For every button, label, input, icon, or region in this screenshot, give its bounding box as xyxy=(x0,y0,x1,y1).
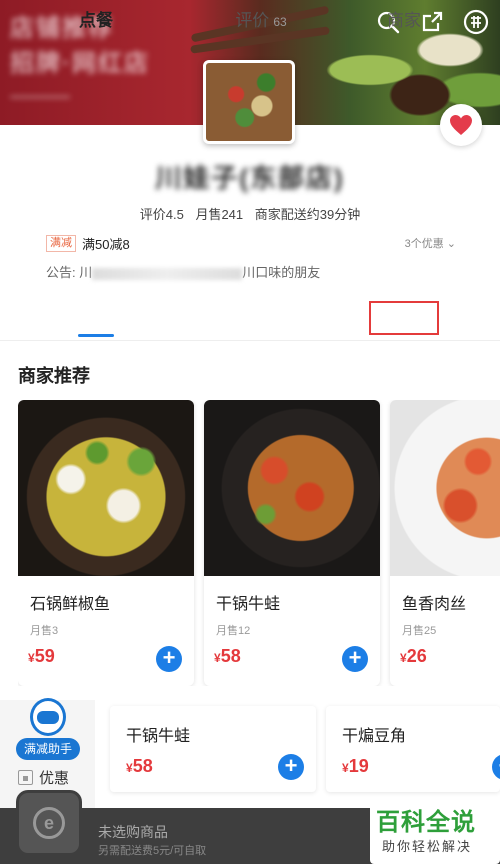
store-name: 川娃子(东部店) xyxy=(155,163,345,193)
sidebar-item-coupon[interactable]: 优惠 xyxy=(18,767,69,788)
tab-reviews[interactable]: 评价 63 xyxy=(226,0,296,42)
dish-price: ¥19 xyxy=(342,756,369,777)
store-rating: 评价4.5 xyxy=(139,207,184,222)
sidebar-item-label: 优惠 xyxy=(39,770,70,787)
store-page: 店铺推荐 招牌·网红店 川娃子(东部店) 评价4.5 月售241 商家配送约39… xyxy=(0,0,500,864)
robot-icon xyxy=(30,698,66,736)
add-button[interactable]: + xyxy=(492,754,500,780)
tab-reviews-label: 评价 xyxy=(235,11,270,30)
tab-order-label: 点餐 xyxy=(79,11,113,30)
notice-prefix: 公告: 川 xyxy=(46,265,93,280)
dish-sold: 月售3 xyxy=(30,625,59,637)
dish-price: ¥26 xyxy=(400,646,427,667)
highlight-box xyxy=(369,301,439,335)
currency: ¥ xyxy=(28,651,35,665)
banner-line-2: 招牌·网红店 xyxy=(10,50,150,77)
tab-merchant-label: 商家 xyxy=(387,11,421,30)
add-button[interactable]: + xyxy=(278,754,304,780)
currency: ¥ xyxy=(126,761,133,775)
dish-price: ¥59 xyxy=(28,646,55,667)
chevron-down-icon: ⌄ xyxy=(446,238,456,250)
dish-name: 石锅鲜椒鱼 xyxy=(30,596,111,613)
price-value: 59 xyxy=(34,646,55,666)
store-monthly-sales: 月售241 xyxy=(195,207,244,222)
store-stats: 评价4.5 月售241 商家配送约39分钟 xyxy=(0,204,500,223)
watermark-title: 百科全说 xyxy=(376,809,476,836)
notice-suffix: 川口味的朋友 xyxy=(242,265,321,280)
tab-order[interactable]: 点餐 xyxy=(70,0,122,42)
favorite-button[interactable] xyxy=(440,104,482,146)
store-logo xyxy=(203,60,295,144)
dish-sold: 月售25 xyxy=(402,625,437,637)
currency: ¥ xyxy=(400,651,407,665)
store-delivery-time: 商家配送约39分钟 xyxy=(254,207,361,222)
dish-name: 干煸豆角 xyxy=(342,728,407,745)
tab-active-indicator xyxy=(78,334,114,337)
promo-text: 满50减8 xyxy=(82,236,130,252)
heart-icon xyxy=(450,115,472,135)
currency: ¥ xyxy=(342,761,349,775)
promo-tag: 满减 xyxy=(46,234,76,252)
cart-icon: e xyxy=(33,807,65,839)
dish-image xyxy=(204,400,380,576)
group-icon[interactable] xyxy=(462,8,490,36)
add-button[interactable]: + xyxy=(342,646,368,672)
cart-button[interactable]: e xyxy=(16,790,82,856)
price-value: 19 xyxy=(348,756,369,776)
recommend-list: 石锅鲜椒鱼 月售3 ¥59 + 干锅牛蛙 月售12 ¥58 + 鱼香肉丝 月售2… xyxy=(18,400,500,686)
dish-name: 鱼香肉丝 xyxy=(402,596,467,613)
notice-blurred xyxy=(92,267,243,280)
section-title: 商家推荐 xyxy=(18,366,90,386)
store-notice: 公告: 川 川口味的朋友 xyxy=(46,262,320,281)
price-value: 58 xyxy=(220,646,241,666)
recommend-card[interactable]: 干锅牛蛙 月售12 ¥58 + xyxy=(204,400,380,686)
currency: ¥ xyxy=(214,651,221,665)
dish-price: ¥58 xyxy=(126,756,153,777)
dish-name: 干锅牛蛙 xyxy=(126,728,191,745)
cart-status: 未选购商品 xyxy=(98,824,168,840)
watermark-logo: 百科全说 助你轻松解决 xyxy=(370,800,500,864)
tab-reviews-count: 63 xyxy=(273,15,287,29)
dish-name: 干锅牛蛙 xyxy=(216,596,281,613)
assistant-label: 满减助手 xyxy=(16,738,80,760)
watermark-subtitle: 助你轻松解决 xyxy=(382,839,473,854)
discount-assistant[interactable]: 满减助手 xyxy=(16,698,80,762)
recommend-card[interactable]: 鱼香肉丝 月售25 ¥26 + xyxy=(390,400,500,686)
dish-image xyxy=(390,400,500,576)
list-item[interactable]: 干锅牛蛙 ¥58 + xyxy=(110,706,316,792)
list-item[interactable]: 干煸豆角 ¥19 + xyxy=(326,706,500,792)
price-value: 26 xyxy=(406,646,427,666)
promo-row[interactable]: 满减 满50减8 3个优惠 ⌄ xyxy=(46,234,456,252)
cart-delivery-fee: 另需配送费5元/可自取 xyxy=(98,845,207,857)
dish-price: ¥58 xyxy=(214,646,241,667)
dish-sold: 月售12 xyxy=(216,625,251,637)
divider xyxy=(0,340,500,341)
recommend-card[interactable]: 石锅鲜椒鱼 月售3 ¥59 + xyxy=(18,400,194,686)
add-button[interactable]: + xyxy=(156,646,182,672)
dish-image xyxy=(18,400,194,576)
banner-divider xyxy=(10,96,70,98)
tab-merchant[interactable]: 商家 xyxy=(370,0,438,42)
price-value: 58 xyxy=(132,756,153,776)
promo-more-label: 3个优惠 xyxy=(404,238,444,250)
promo-more[interactable]: 3个优惠 ⌄ xyxy=(405,235,456,251)
coupon-icon xyxy=(18,770,33,785)
